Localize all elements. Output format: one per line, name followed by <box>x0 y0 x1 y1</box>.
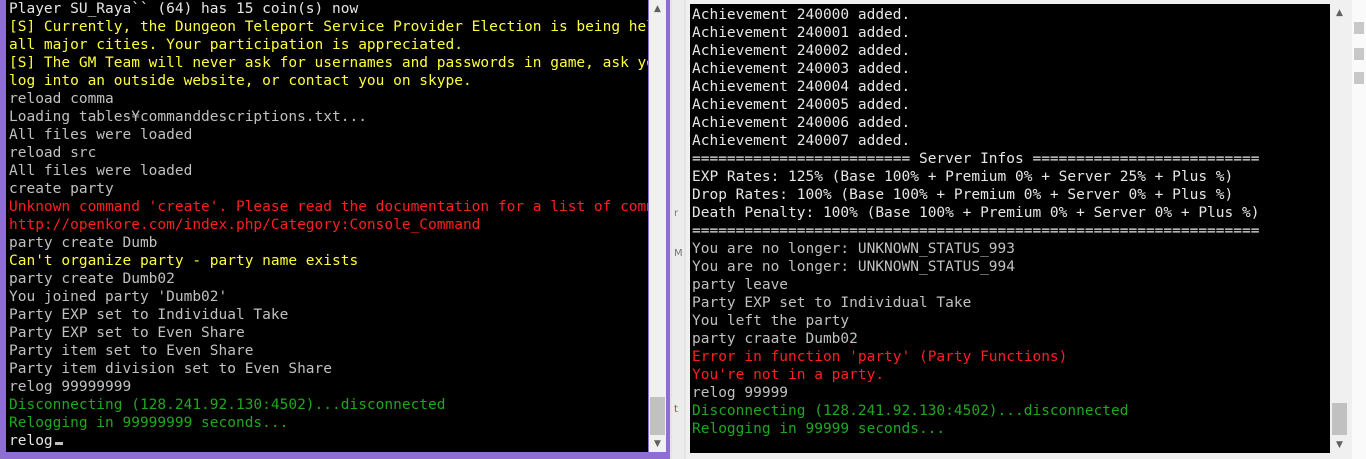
down-arrow-icon[interactable]: ▼ <box>1331 436 1348 453</box>
background-window-edge-right <box>1352 0 1366 459</box>
console-line: All files were loaded <box>9 163 193 179</box>
edge-tab <box>1354 22 1364 34</box>
console-line: You left the party <box>692 313 850 329</box>
console-line: Party item division set to Even Share <box>9 361 333 377</box>
strip-letter-1: r <box>674 208 679 219</box>
right-console-lines: Achievement 240000 added. Achievement 240… <box>692 6 1259 438</box>
console-input[interactable]: relog <box>9 433 53 449</box>
left-console-output[interactable]: Player SU_Raya`` (64) has 15 coin(s) now… <box>6 0 648 452</box>
console-line: EXP Rates: 125% (Base 100% + Premium 0% … <box>692 169 1234 185</box>
console-line: Disconnecting (128.241.92.130:4502)...di… <box>9 397 446 413</box>
console-line: party create Dumb <box>9 235 158 251</box>
console-line: Error in function 'party' (Party Functio… <box>692 349 1068 365</box>
left-console-window: Player SU_Raya`` (64) has 15 coin(s) now… <box>0 0 670 459</box>
console-line: party craate Dumb02 <box>692 331 858 347</box>
left-scroll-thumb[interactable] <box>650 397 665 435</box>
console-line: http://openkore.com/index.php/Category:C… <box>9 217 481 233</box>
up-arrow-icon[interactable]: ▲ <box>649 0 666 17</box>
background-window-edge: r M t <box>672 0 684 459</box>
console-line: Can't organize party - party name exists <box>9 253 359 269</box>
edge-tab <box>1354 72 1364 84</box>
console-line: reload comma <box>9 91 114 107</box>
left-scrollbar[interactable]: ▲ ▼ <box>649 0 666 452</box>
desktop: Player SU_Raya`` (64) has 15 coin(s) now… <box>0 0 1366 459</box>
console-line: [S] Currently, the Dungeon Teleport Serv… <box>9 19 648 35</box>
console-line: Unknown command 'create'. Please read th… <box>9 199 648 215</box>
console-line: create party <box>9 181 114 197</box>
console-line: Achievement 240006 added. <box>692 115 911 131</box>
console-line: Achievement 240003 added. <box>692 61 911 77</box>
console-line: party leave <box>692 277 789 293</box>
right-scrollbar[interactable]: ▲ ▼ <box>1331 4 1348 453</box>
console-line: Drop Rates: 100% (Base 100% + Premium 0%… <box>692 187 1234 203</box>
console-line: Achievement 240004 added. <box>692 79 911 95</box>
console-line: Party EXP set to Individual Take <box>9 307 289 323</box>
text-cursor <box>54 442 63 445</box>
console-line: ========================= Server Infos =… <box>692 151 1260 167</box>
left-console-lines: Player SU_Raya`` (64) has 15 coin(s) now… <box>9 0 648 450</box>
console-line: log into an outside website, or contact … <box>9 73 472 89</box>
console-line: You are no longer: UNKNOWN_STATUS_993 <box>692 241 1016 257</box>
console-line: relog 99999 <box>692 385 789 401</box>
console-line: [S] The GM Team will never ask for usern… <box>9 55 648 71</box>
console-line: Player SU_Raya`` (64) has 15 coin(s) now <box>9 1 359 17</box>
right-scroll-track[interactable] <box>1331 21 1348 436</box>
console-line: Relogging in 99999 seconds... <box>692 421 946 437</box>
edge-tab <box>1354 48 1364 60</box>
down-arrow-icon[interactable]: ▼ <box>649 435 666 452</box>
left-scroll-track[interactable] <box>649 17 666 435</box>
console-line: You joined party 'Dumb02' <box>9 289 228 305</box>
console-line: Party item set to Even Share <box>9 343 254 359</box>
console-line: Relogging in 99999999 seconds... <box>9 415 289 431</box>
up-arrow-icon[interactable]: ▲ <box>1331 4 1348 21</box>
right-console-window: Achievement 240000 added. Achievement 240… <box>686 0 1352 459</box>
console-line: relog 99999999 <box>9 379 132 395</box>
console-line: Party EXP set to Even Share <box>9 325 245 341</box>
console-line: Achievement 240005 added. <box>692 97 911 113</box>
right-scroll-thumb[interactable] <box>1332 403 1347 435</box>
console-line: reload src <box>9 145 97 161</box>
console-line: party create Dumb02 <box>9 271 175 287</box>
console-line: all major cities. Your participation is … <box>9 37 463 53</box>
console-line: Party EXP set to Individual Take <box>692 295 972 311</box>
console-line: You are no longer: UNKNOWN_STATUS_994 <box>692 259 1016 275</box>
console-line: Loading tables¥commanddescriptions.txt..… <box>9 109 367 125</box>
console-line: Achievement 240002 added. <box>692 43 911 59</box>
console-line: Death Penalty: 100% (Base 100% + Premium… <box>692 205 1260 221</box>
console-line: You're not in a party. <box>692 367 885 383</box>
console-line: Achievement 240001 added. <box>692 25 911 41</box>
console-line: ========================================… <box>692 223 1260 239</box>
console-line: Achievement 240007 added. <box>692 133 911 149</box>
strip-letter-2: M <box>674 248 683 259</box>
strip-letter-3: t <box>674 404 678 415</box>
console-input-line[interactable]: relog <box>9 432 648 450</box>
console-line: Disconnecting (128.241.92.130:4502)...di… <box>692 403 1129 419</box>
console-line: All files were loaded <box>9 127 193 143</box>
console-line: Achievement 240000 added. <box>692 7 911 23</box>
right-console-output[interactable]: Achievement 240000 added. Achievement 240… <box>690 4 1330 453</box>
